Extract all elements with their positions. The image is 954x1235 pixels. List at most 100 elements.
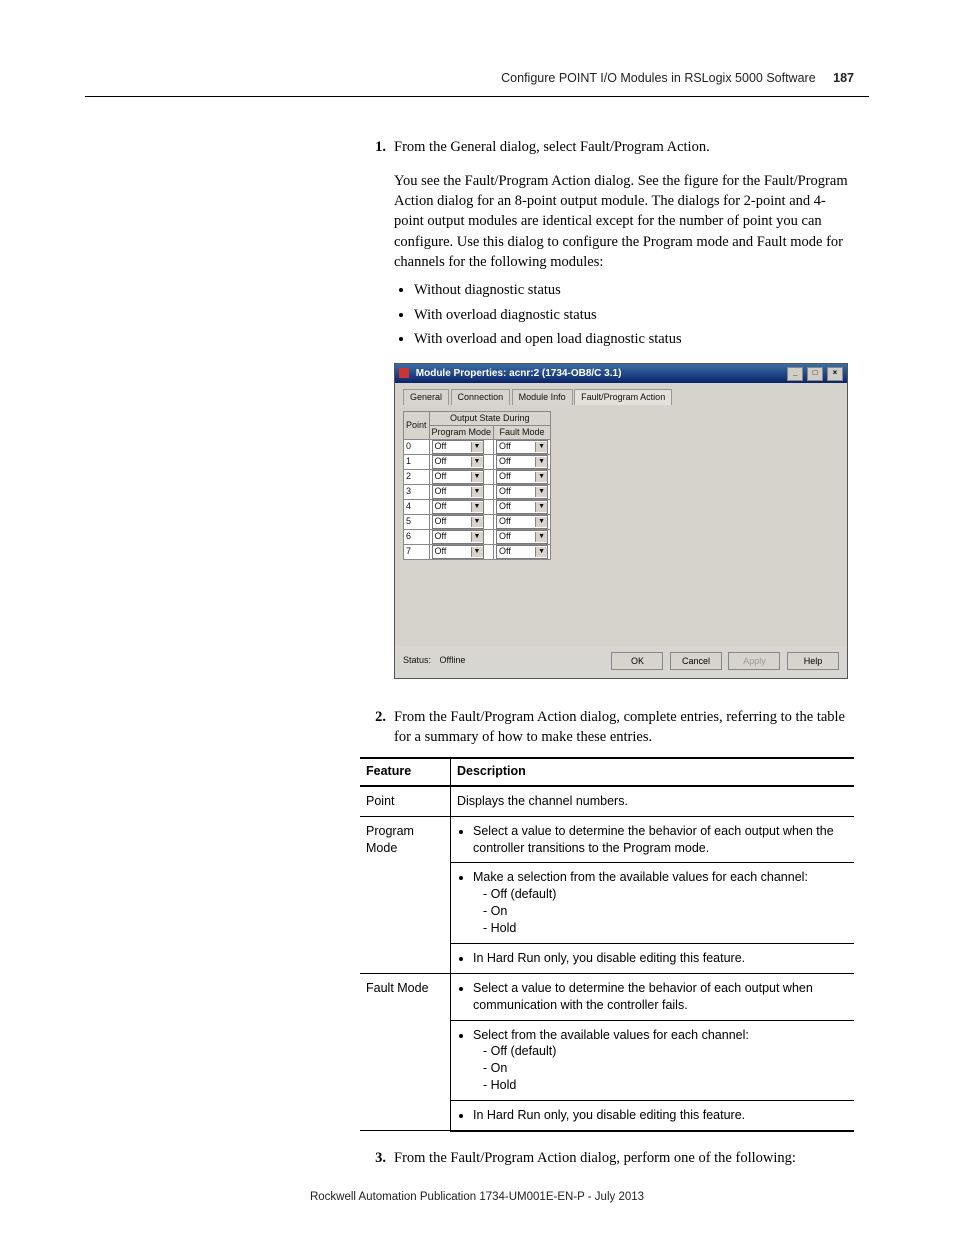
tab-connection[interactable]: Connection <box>451 389 511 405</box>
point-cell: 1 <box>404 454 430 469</box>
status-label: Status: <box>403 655 431 665</box>
description-cell: Displays the channel numbers. <box>451 786 855 816</box>
step-number: 2. <box>360 707 394 748</box>
program-mode-select[interactable]: Off▼ <box>432 530 484 544</box>
feature-cell: Fault Mode <box>360 973 451 1131</box>
chevron-down-icon: ▼ <box>471 472 483 482</box>
program-mode-select[interactable]: Off▼ <box>432 440 484 454</box>
step-number: 1. <box>360 137 394 157</box>
bullet-item: With overload diagnostic status <box>414 305 854 325</box>
window-buttons: _ □ × <box>786 366 843 381</box>
description-cell: Select a value to determine the behavior… <box>451 816 855 863</box>
chevron-down-icon: ▼ <box>535 442 547 452</box>
table-row: 5Off▼Off▼ <box>404 514 551 529</box>
program-mode-select[interactable]: Off▼ <box>432 545 484 559</box>
step-1-paragraph: You see the Fault/Program Action dialog.… <box>394 171 854 272</box>
col-fault-mode: Fault Mode <box>494 425 551 439</box>
description-cell: Select from the available values for eac… <box>451 1020 855 1101</box>
chevron-down-icon: ▼ <box>535 517 547 527</box>
program-mode-select[interactable]: Off▼ <box>432 455 484 469</box>
fault-mode-select[interactable]: Off▼ <box>496 515 548 529</box>
fault-mode-select[interactable]: Off▼ <box>496 455 548 469</box>
fault-mode-select[interactable]: Off▼ <box>496 530 548 544</box>
chevron-down-icon: ▼ <box>471 457 483 467</box>
chevron-down-icon: ▼ <box>471 502 483 512</box>
fault-mode-select[interactable]: Off▼ <box>496 470 548 484</box>
step-text: From the Fault/Program Action dialog, pe… <box>394 1148 854 1168</box>
table-row: 2Off▼Off▼ <box>404 469 551 484</box>
chevron-down-icon: ▼ <box>535 472 547 482</box>
close-icon[interactable]: × <box>827 367 843 381</box>
page-number: 187 <box>833 71 854 85</box>
help-button[interactable]: Help <box>787 652 839 670</box>
table-row: Fault Mode Select a value to determine t… <box>360 973 854 1020</box>
fault-mode-select[interactable]: Off▼ <box>496 500 548 514</box>
point-cell: 0 <box>404 439 430 454</box>
description-cell: In Hard Run only, you disable editing th… <box>451 943 855 973</box>
apply-button[interactable]: Apply <box>728 652 780 670</box>
col-group: Output State During <box>429 411 551 425</box>
description-cell: Make a selection from the available valu… <box>451 863 855 944</box>
table-row: 7Off▼Off▼ <box>404 544 551 559</box>
step-text: From the General dialog, select Fault/Pr… <box>394 137 854 157</box>
description-cell: Select a value to determine the behavior… <box>451 973 855 1020</box>
chevron-down-icon: ▼ <box>471 487 483 497</box>
header-rule <box>85 96 869 97</box>
point-cell: 6 <box>404 529 430 544</box>
dialog-title: Module Properties: acnr:2 (1734-OB8/C 3.… <box>416 368 622 379</box>
program-mode-select[interactable]: Off▼ <box>432 515 484 529</box>
program-mode-select[interactable]: Off▼ <box>432 500 484 514</box>
ok-button[interactable]: OK <box>611 652 663 670</box>
chevron-down-icon: ▼ <box>535 487 547 497</box>
col-feature: Feature <box>360 758 451 786</box>
tab-general[interactable]: General <box>403 389 449 405</box>
page-footer: Rockwell Automation Publication 1734-UM0… <box>0 1189 954 1205</box>
app-icon <box>399 368 409 378</box>
col-point: Point <box>404 411 430 439</box>
dialog-tabs: General Connection Module Info Fault/Pro… <box>403 389 839 405</box>
step-number: 3. <box>360 1148 394 1168</box>
fault-mode-select[interactable]: Off▼ <box>496 440 548 454</box>
chevron-down-icon: ▼ <box>535 457 547 467</box>
chevron-down-icon: ▼ <box>535 532 547 542</box>
chevron-down-icon: ▼ <box>471 442 483 452</box>
table-row: 6Off▼Off▼ <box>404 529 551 544</box>
table-row: 0Off▼Off▼ <box>404 439 551 454</box>
bullet-item: Without diagnostic status <box>414 280 854 300</box>
program-mode-select[interactable]: Off▼ <box>432 485 484 499</box>
fault-mode-select[interactable]: Off▼ <box>496 485 548 499</box>
minimize-icon[interactable]: _ <box>787 367 803 381</box>
table-row: Program Mode Select a value to determine… <box>360 816 854 863</box>
maximize-icon[interactable]: □ <box>807 367 823 381</box>
chevron-down-icon: ▼ <box>471 547 483 557</box>
program-mode-select[interactable]: Off▼ <box>432 470 484 484</box>
col-description: Description <box>451 758 855 786</box>
chevron-down-icon: ▼ <box>535 502 547 512</box>
output-state-table: Point Output State During Program Mode F… <box>403 411 551 560</box>
table-row: 3Off▼Off▼ <box>404 484 551 499</box>
step-2: 2. From the Fault/Program Action dialog,… <box>360 707 854 748</box>
module-type-list: Without diagnostic status With overload … <box>394 280 854 349</box>
point-cell: 7 <box>404 544 430 559</box>
cancel-button[interactable]: Cancel <box>670 652 722 670</box>
point-cell: 5 <box>404 514 430 529</box>
col-program-mode: Program Mode <box>429 425 494 439</box>
table-row: 1Off▼Off▼ <box>404 454 551 469</box>
chevron-down-icon: ▼ <box>471 517 483 527</box>
point-cell: 3 <box>404 484 430 499</box>
running-header: Configure POINT I/O Modules in RSLogix 5… <box>90 70 864 88</box>
feature-cell: Program Mode <box>360 816 451 973</box>
tab-fault-program-action[interactable]: Fault/Program Action <box>574 389 672 405</box>
status-value: Offline <box>440 655 466 665</box>
feature-cell: Point <box>360 786 451 816</box>
feature-table: Feature Description Point Displays the c… <box>360 757 854 1132</box>
fault-mode-select[interactable]: Off▼ <box>496 545 548 559</box>
description-cell: In Hard Run only, you disable editing th… <box>451 1101 855 1131</box>
bullet-item: With overload and open load diagnostic s… <box>414 329 854 349</box>
step-text: From the Fault/Program Action dialog, co… <box>394 707 854 748</box>
step-3: 3. From the Fault/Program Action dialog,… <box>360 1148 854 1168</box>
chevron-down-icon: ▼ <box>471 532 483 542</box>
module-properties-dialog: Module Properties: acnr:2 (1734-OB8/C 3.… <box>394 363 848 679</box>
tab-module-info[interactable]: Module Info <box>512 389 573 405</box>
step-1: 1. From the General dialog, select Fault… <box>360 137 854 157</box>
